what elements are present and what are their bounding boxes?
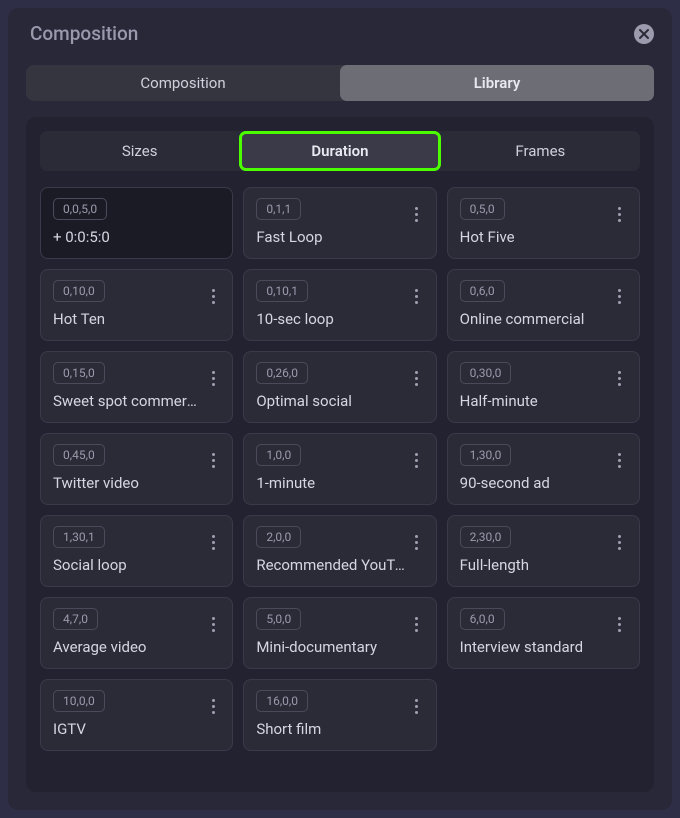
more-menu-icon[interactable] [611,612,629,636]
preset-label: 1-minute [256,474,406,492]
subtab-duration[interactable]: Duration [239,131,440,171]
preset-tag: 0,10,0 [53,280,105,302]
preset-tag: 0,6,0 [460,280,505,302]
more-menu-icon[interactable] [204,284,222,308]
more-menu-icon[interactable] [611,366,629,390]
panel-title: Composition [30,22,138,45]
preset-tag: 1,30,0 [460,444,512,466]
preset-tag: 1,30,1 [53,526,105,548]
preset-tag: 0,1,1 [256,198,301,220]
preset-card[interactable]: 2,0,0 Recommended YouTube [243,515,436,587]
preset-label: Online commercial [460,310,610,328]
tab-composition[interactable]: Composition [26,65,340,101]
preset-card[interactable]: 1,0,0 1-minute [243,433,436,505]
preset-tag: 6,0,0 [460,608,505,630]
preset-tag: 5,0,0 [256,608,301,630]
more-menu-icon[interactable] [204,694,222,718]
preset-card[interactable]: 0,5,0 Hot Five [447,187,640,259]
more-menu-icon[interactable] [204,448,222,472]
more-menu-icon[interactable] [408,612,426,636]
preset-tag: 0,30,0 [460,362,512,384]
more-menu-icon[interactable] [204,612,222,636]
preset-card[interactable]: 16,0,0 Short film [243,679,436,751]
preset-tag: 0,10,1 [256,280,308,302]
preset-tag: 0,5,0 [460,198,505,220]
preset-card[interactable]: 0,6,0 Online commercial [447,269,640,341]
preset-card[interactable]: 1,30,0 90-second ad [447,433,640,505]
preset-card[interactable]: 0,30,0 Half-minute [447,351,640,423]
preset-tag: 0,45,0 [53,444,105,466]
preset-label: Short film [256,720,406,738]
preset-label: Social loop [53,556,203,574]
preset-tag: 2,30,0 [460,526,512,548]
more-menu-icon[interactable] [204,530,222,554]
preset-label: Optimal social [256,392,406,410]
preset-tag: 2,0,0 [256,526,301,548]
preset-tag: 4,7,0 [53,608,98,630]
close-icon [639,29,649,39]
more-menu-icon[interactable] [611,448,629,472]
tab-library[interactable]: Library [340,65,654,101]
preset-label: Fast Loop [256,228,406,246]
preset-label: Full-length [460,556,610,574]
more-menu-icon[interactable] [408,366,426,390]
preset-card[interactable]: 0,1,1 Fast Loop [243,187,436,259]
more-menu-icon[interactable] [408,284,426,308]
preset-label: 90-second ad [460,474,610,492]
preset-label: Interview standard [460,638,610,656]
preset-card[interactable]: 5,0,0 Mini-documentary [243,597,436,669]
more-menu-icon[interactable] [611,202,629,226]
preset-label: IGTV [53,720,203,738]
subtab-frames[interactable]: Frames [443,133,638,169]
more-menu-icon[interactable] [408,694,426,718]
preset-label: + 0:0:5:0 [53,228,203,246]
composition-panel: Composition Composition Library Sizes Du… [8,8,672,810]
more-menu-icon[interactable] [204,366,222,390]
preset-label: Mini-documentary [256,638,406,656]
preset-label: Hot Five [460,228,610,246]
main-tabs: Composition Library [26,65,654,101]
preset-tag: 10,0,0 [53,690,105,712]
library-content: Sizes Duration Frames 0,0,5,0+ 0:0:5:00,… [26,117,654,792]
preset-card[interactable]: 0,15,0 Sweet spot commercial [40,351,233,423]
preset-tag: 0,15,0 [53,362,105,384]
panel-header: Composition [8,8,672,55]
preset-tag: 0,0,5,0 [53,198,107,220]
preset-label: Hot Ten [53,310,203,328]
preset-card[interactable]: 0,10,0 Hot Ten [40,269,233,341]
preset-grid: 0,0,5,0 + 0:0:5:0 0,1,1 Fast Loop 0,5,0 Hot F… [40,187,640,751]
preset-card[interactable]: 10,0,0 IGTV [40,679,233,751]
close-button[interactable] [634,24,654,44]
preset-label: 10-sec loop [256,310,406,328]
preset-card[interactable]: 2,30,0 Full-length [447,515,640,587]
sub-tabs: Sizes Duration Frames [40,131,640,171]
preset-label: Average video [53,638,203,656]
preset-card[interactable]: 6,0,0 Interview standard [447,597,640,669]
more-menu-icon[interactable] [611,530,629,554]
more-menu-icon[interactable] [611,284,629,308]
preset-tag: 16,0,0 [256,690,308,712]
preset-card[interactable]: 0,10,1 10-sec loop [243,269,436,341]
preset-card[interactable]: 1,30,1 Social loop [40,515,233,587]
preset-label: Recommended YouTube [256,556,406,574]
preset-card[interactable]: 0,0,5,0 + 0:0:5:0 [40,187,233,259]
more-menu-icon[interactable] [408,530,426,554]
more-menu-icon[interactable] [408,202,426,226]
preset-tag: 1,0,0 [256,444,301,466]
preset-card[interactable]: 0,26,0 Optimal social [243,351,436,423]
preset-label: Half-minute [460,392,610,410]
subtab-sizes[interactable]: Sizes [42,133,237,169]
preset-card[interactable]: 4,7,0 Average video [40,597,233,669]
more-menu-icon[interactable] [408,448,426,472]
preset-tag: 0,26,0 [256,362,308,384]
preset-label: Twitter video [53,474,203,492]
preset-card[interactable]: 0,45,0 Twitter video [40,433,233,505]
preset-label: Sweet spot commercial [53,392,203,410]
